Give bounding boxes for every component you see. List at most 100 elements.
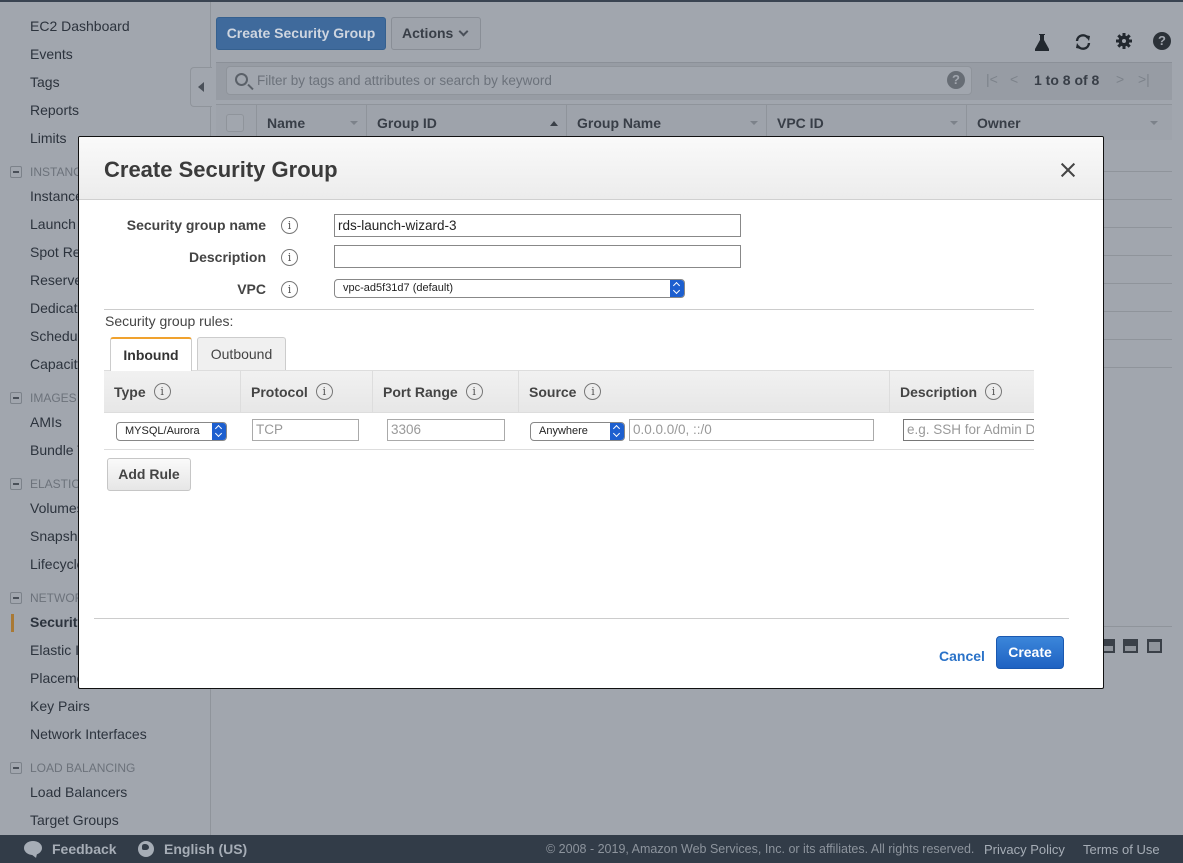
select-arrows-icon [670,280,684,297]
info-icon[interactable]: i [153,383,171,401]
footer-divider [94,618,1069,619]
sidebar-item-ec2-dashboard[interactable]: EC2 Dashboard [30,18,130,34]
security-group-name-input[interactable] [334,214,741,237]
collapse-icon[interactable] [10,592,22,604]
terms-of-use-link[interactable]: Terms of Use [1083,842,1160,857]
actions-dropdown[interactable]: Actions [391,17,481,50]
table-row[interactable] [1104,199,1172,200]
select-all-checkbox[interactable] [226,114,244,132]
sidebar-item-target-groups[interactable]: Target Groups [30,812,119,828]
search-help-icon[interactable]: ? [947,71,965,89]
rule-source-type-value: Anywhere [539,425,588,437]
sort-icon [750,121,758,125]
table-row[interactable] [1104,283,1172,284]
details-pane-divider[interactable] [1104,626,1172,627]
sidebar-item-key-pairs[interactable]: Key Pairs [30,698,90,714]
sidebar-item-reports[interactable]: Reports [30,102,79,118]
rule-description-input[interactable]: e.g. SSH for Admin Desktop [903,419,1034,441]
sidebar-item-network-interfaces[interactable]: Network Interfaces [30,726,147,742]
sidebar-item-events[interactable]: Events [30,46,73,62]
filter-search-input[interactable]: Filter by tags and attributes or search … [226,66,972,95]
description-input[interactable] [334,245,741,268]
tab-inbound[interactable]: Inbound [110,337,192,371]
rule-type-select[interactable]: MYSQL/Aurora [116,422,227,441]
globe-icon [138,841,154,857]
dialog-title: Create Security Group [104,157,338,182]
rule-port-range-input[interactable]: 3306 [387,419,505,441]
rules-column-source: Source i [518,371,889,413]
select-arrows-icon [610,423,624,440]
sort-icon [350,121,358,125]
vpc-select[interactable]: vpc-ad5f31d7 (default) [334,279,685,298]
language-selector[interactable]: English (US) [164,841,247,857]
tab-outbound[interactable]: Outbound [197,337,286,370]
cancel-button[interactable]: Cancel [939,648,985,664]
create-security-group-button[interactable]: Create Security Group [216,17,386,50]
first-page-icon[interactable]: |< [986,71,998,87]
info-icon[interactable]: i [281,217,298,234]
description-label: Description [188,249,266,265]
create-button[interactable]: Create [996,636,1064,669]
collapse-icon[interactable] [10,762,22,774]
vpc-label: VPC [237,281,266,297]
rules-column-port-range: Port Range i [372,371,518,413]
collapse-icon[interactable] [10,478,22,490]
gear-icon[interactable] [1114,32,1134,52]
help-icon[interactable]: ? [1153,32,1173,52]
rules-column-type: Type i [104,371,240,413]
sidebar-collapse-toggle[interactable] [190,67,212,107]
layout-bottom-full-icon[interactable] [1147,639,1162,653]
next-page-icon[interactable]: > [1116,71,1124,87]
info-icon[interactable]: i [465,383,483,401]
sidebar-item-tags[interactable]: Tags [30,74,60,90]
info-icon[interactable]: i [281,281,298,298]
rules-table-header: Type i Protocol i Port Range i Source i Desc… [104,370,1034,413]
select-arrows-icon [212,423,226,440]
flask-icon[interactable] [1032,32,1052,52]
info-icon[interactable]: i [281,249,298,266]
table-row[interactable] [1104,227,1172,228]
feedback-link[interactable]: Feedback [52,841,117,857]
copyright-text: © 2008 - 2019, Amazon Web Services, Inc.… [546,842,975,856]
table-row[interactable] [1104,311,1172,312]
table-header: Name Group ID Group Name VPC ID Owner [216,104,1172,141]
refresh-icon[interactable] [1073,32,1093,52]
layout-bottom-medium-icon[interactable] [1123,639,1138,653]
sidebar-section-load-balancing[interactable]: LOAD BALANCING [10,761,135,775]
sort-icon [1150,121,1158,125]
search-placeholder: Filter by tags and attributes or search … [257,73,552,88]
sidebar-item-volumes[interactable]: Volumes [30,500,84,516]
sort-icon [950,121,958,125]
info-icon[interactable]: i [985,383,1003,401]
info-icon[interactable]: i [584,383,602,401]
table-row[interactable] [1104,171,1172,172]
rule-source-select[interactable]: Anywhere [530,422,625,441]
sidebar-item-limits[interactable]: Limits [30,130,67,146]
sort-asc-icon [550,121,558,126]
section-title: LOAD BALANCING [30,761,136,775]
table-row[interactable] [1104,255,1172,256]
feedback-icon [24,841,42,855]
collapse-icon[interactable] [10,392,22,404]
sidebar-section-images[interactable]: IMAGES [10,391,77,405]
info-icon[interactable]: i [315,383,333,401]
sidebar-item-load-balancers[interactable]: Load Balancers [30,784,127,800]
close-icon[interactable] [1057,159,1079,181]
vpc-select-value: vpc-ad5f31d7 (default) [343,282,454,294]
last-page-icon[interactable]: >| [1138,71,1150,87]
privacy-policy-link[interactable]: Privacy Policy [984,842,1065,857]
prev-page-icon[interactable]: < [1010,71,1018,87]
footer: Feedback English (US) © 2008 - 2019, Ama… [0,835,1183,863]
rules-column-description: Description i [889,371,1034,413]
section-title: IMAGES [30,391,77,405]
table-row[interactable] [1104,367,1172,368]
dialog-header: Create Security Group [79,137,1103,200]
rule-protocol-input[interactable]: TCP [252,419,359,441]
add-rule-button[interactable]: Add Rule [107,458,191,491]
rule-source-cidr-input[interactable]: 0.0.0.0/0, ::/0 [629,419,874,441]
table-row[interactable] [1104,339,1172,340]
collapse-icon[interactable] [10,166,22,178]
sidebar-item-amis[interactable]: AMIs [30,414,62,430]
actions-label: Actions [402,25,454,41]
security-group-rules-label: Security group rules: [105,313,234,329]
